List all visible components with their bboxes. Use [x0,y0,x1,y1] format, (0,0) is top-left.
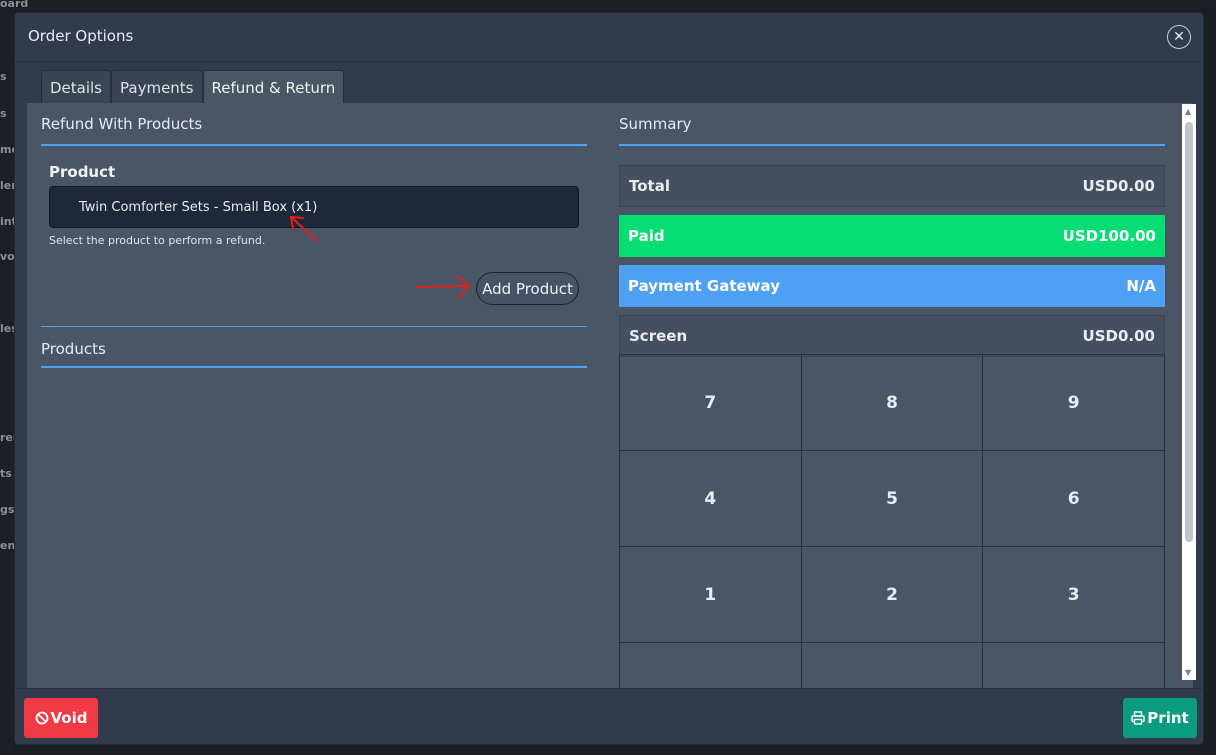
summary-label: Screen [629,327,688,345]
product-help-text: Select the product to perform a refund. [49,234,266,247]
products-section-title: Products [41,340,106,358]
tab-payments[interactable]: Payments [111,70,203,104]
tab-refund-return[interactable]: Refund & Return [202,70,345,104]
keypad-key[interactable] [983,643,1165,688]
annotation-arrow-icon [416,275,470,299]
order-options-modal: Order Options ✕ Details Payments Refund … [14,12,1204,745]
keypad-key-1[interactable]: 1 [620,547,802,643]
ban-icon [35,711,48,725]
product-select-value: Twin Comforter Sets - Small Box (x1) [79,199,318,215]
keypad-key-9[interactable]: 9 [983,355,1165,451]
background-nav-fragment: oard [0,0,29,10]
modal-header: Order Options ✕ [15,13,1203,61]
tab-details[interactable]: Details [41,70,112,104]
section-divider [41,326,587,327]
background-right-edge [1204,12,1216,755]
background-nav-fragment: en [0,539,16,552]
section-underline [619,144,1165,146]
background-topbar [14,0,1216,12]
keypad-key[interactable] [802,643,984,688]
void-button[interactable]: Void [24,698,98,738]
summary-value: USD100.00 [1062,227,1156,245]
close-button[interactable]: ✕ [1167,25,1191,49]
close-icon: ✕ [1173,29,1185,45]
background-nav-fragment: s [0,70,7,83]
summary-label: Total [629,177,670,195]
background-bottom-edge [14,745,1216,755]
keypad-key-3[interactable]: 3 [983,547,1165,643]
keypad-key-2[interactable]: 2 [801,547,984,643]
printer-icon [1131,711,1145,725]
refund-section-title: Refund With Products [41,115,203,133]
summary-value: USD0.00 [1082,177,1155,195]
add-product-button[interactable]: Add Product [476,272,579,305]
summary-label: Paid [628,227,665,245]
summary-value: USD0.00 [1082,327,1155,345]
summary-row-total: Total USD0.00 [619,165,1165,207]
keypad-key-6[interactable]: 6 [983,451,1165,547]
print-button[interactable]: Print [1123,698,1197,738]
summary-label: Payment Gateway [628,277,780,295]
summary-row-paid: Paid USD100.00 [619,215,1165,257]
section-underline [41,366,587,368]
summary-section-title: Summary [619,115,692,133]
annotation-arrow-icon [290,216,318,242]
modal-title: Order Options [28,27,134,45]
modal-tabs: Details Payments Refund & Return [41,70,345,104]
keypad-key-8[interactable]: 8 [801,355,984,451]
header-divider [15,61,1203,62]
scroll-up-icon[interactable]: ▲ [1185,107,1191,116]
keypad-key-7[interactable]: 7 [620,355,802,451]
scroll-down-icon[interactable]: ▼ [1185,668,1191,677]
product-field-label: Product [49,163,116,181]
background-nav-fragment: gs [0,503,15,516]
keypad-key-4[interactable]: 4 [620,451,802,547]
tab-content: Refund With Products Product Twin Comfor… [27,103,1193,688]
section-underline [41,144,587,146]
background-nav-fragment: ts [0,467,12,480]
keypad-key[interactable] [620,643,802,688]
scrollbar-thumb[interactable] [1185,122,1193,542]
content-scrollbar[interactable]: ▲ ▼ [1182,104,1196,680]
summary-row-payment-gateway: Payment Gateway N/A [619,265,1165,307]
summary-row-screen: Screen USD0.00 [619,315,1165,357]
summary-value: N/A [1126,277,1156,295]
footer-divider [15,688,1203,689]
numeric-keypad: 7 8 9 4 5 6 1 2 3 [619,354,1165,688]
background-nav-fragment: s [0,107,7,120]
keypad-key-5[interactable]: 5 [801,451,984,547]
